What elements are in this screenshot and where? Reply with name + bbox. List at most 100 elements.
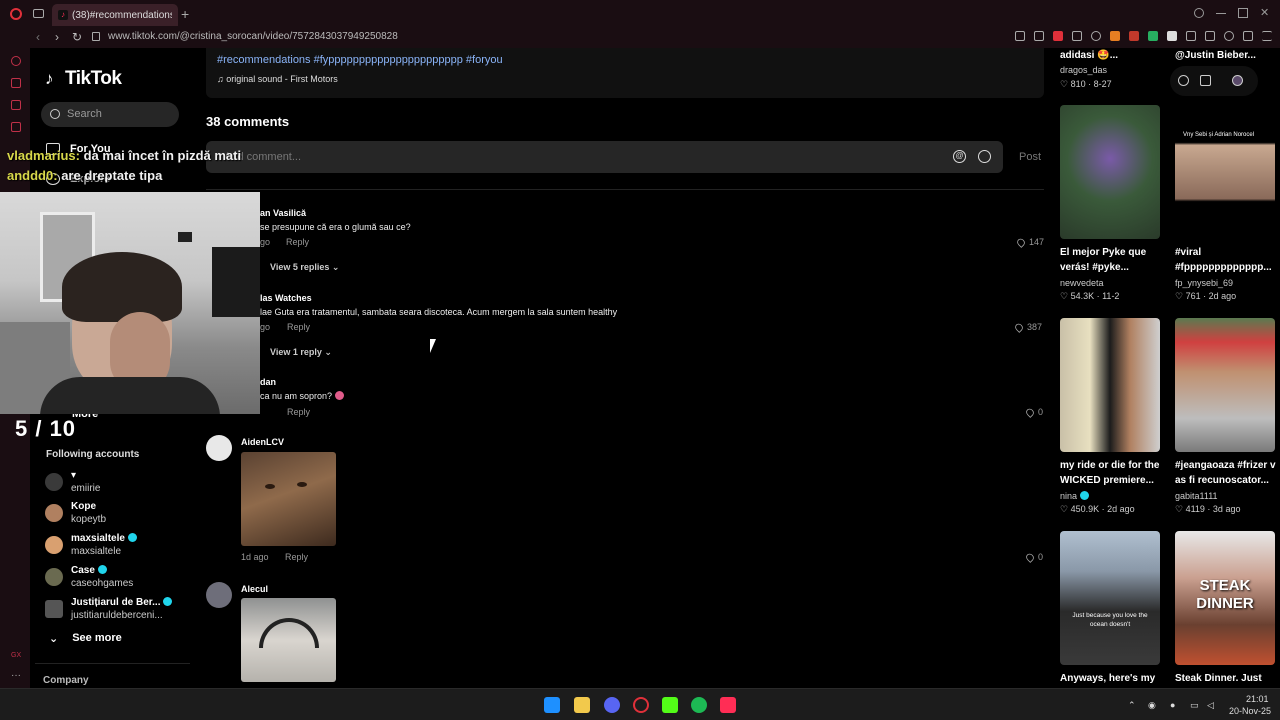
browser-tab[interactable]: ♪ (38)#recommendations #f xyxy=(52,4,178,26)
profile-icon[interactable] xyxy=(1224,31,1234,41)
maximize-icon[interactable] xyxy=(1238,8,1248,18)
volume-icon[interactable]: ◁ xyxy=(1207,700,1214,711)
share-icon[interactable] xyxy=(1205,31,1215,41)
minimize-icon[interactable] xyxy=(1216,8,1226,14)
comment-text: ca nu am sopron? xyxy=(260,391,344,401)
file-explorer-icon[interactable] xyxy=(574,697,590,713)
video-stats-text: 761 · 2d ago xyxy=(1185,291,1237,301)
tiktok-app-icon[interactable] xyxy=(720,697,736,713)
comment-input[interactable]: Add comment... @ xyxy=(206,141,1003,173)
comment-image-cat[interactable] xyxy=(241,598,336,682)
messenger-icon[interactable] xyxy=(11,100,21,110)
bag-icon[interactable] xyxy=(11,78,21,88)
video-title: adidasi 🤩... xyxy=(1060,50,1119,61)
search-placeholder: Search xyxy=(67,108,102,120)
tray-discord-icon[interactable]: ◉ xyxy=(1148,700,1156,711)
following-account[interactable]: maxsialtele maxsialtele xyxy=(45,533,195,561)
browser-tab-bar: ♪ (38)#recommendations #f + ✕ xyxy=(0,0,1280,28)
video-title: @Justin Bieber... xyxy=(1175,50,1256,61)
tab-islands-icon[interactable] xyxy=(33,9,44,18)
like-button[interactable]: 387 xyxy=(1013,321,1043,333)
post-button[interactable]: Post xyxy=(1019,151,1041,163)
following-account[interactable]: Justițiarul de Ber... justitiaruldeberce… xyxy=(45,597,195,625)
following-account[interactable]: Case caseohgames xyxy=(45,565,195,593)
video-sound[interactable]: ♫ original sound - First Motors xyxy=(217,74,338,84)
tiktok-logo[interactable]: ♪ TikTok xyxy=(45,68,122,90)
account-name: ▾ xyxy=(71,470,77,481)
comment-image-face[interactable] xyxy=(241,452,336,546)
extension-orange-icon[interactable] xyxy=(1110,31,1120,41)
history-icon[interactable] xyxy=(11,56,21,66)
back-icon[interactable]: ‹ xyxy=(36,30,40,44)
clock-time[interactable]: 21:01 xyxy=(1246,694,1269,704)
search-icon xyxy=(50,109,60,119)
view-replies-button[interactable]: View 1 reply ⌄ xyxy=(270,347,332,358)
mail-icon[interactable] xyxy=(11,122,21,132)
search-tabs-icon[interactable] xyxy=(1194,8,1204,18)
close-icon[interactable]: ✕ xyxy=(1260,8,1270,19)
settings-icon[interactable] xyxy=(1178,75,1189,86)
lock-icon[interactable] xyxy=(92,32,100,41)
reply-button[interactable]: Reply xyxy=(287,322,310,332)
like-button[interactable]: 0 xyxy=(1024,406,1043,418)
following-account[interactable]: ▾ emiirie xyxy=(45,470,195,498)
microphone-icon[interactable]: ● xyxy=(1170,700,1175,710)
reply-button[interactable]: Reply xyxy=(285,552,308,562)
pocket-icon[interactable] xyxy=(1053,31,1063,41)
reply-button[interactable]: Reply xyxy=(286,237,309,247)
extension-red-icon[interactable] xyxy=(1129,31,1139,41)
spotify-icon[interactable] xyxy=(691,697,707,713)
comment-author[interactable]: AidenLCV xyxy=(241,437,284,447)
opera-logo-icon[interactable] xyxy=(10,8,22,20)
profile-avatar-icon[interactable] xyxy=(1232,75,1243,86)
extension-green-icon[interactable] xyxy=(1148,31,1158,41)
play-icon[interactable] xyxy=(1072,31,1082,41)
url-field[interactable]: www.tiktok.com/@cristina_sorocan/video/7… xyxy=(108,31,398,42)
comment-age: 1d ago xyxy=(241,552,269,562)
opera-gx-icon[interactable] xyxy=(633,697,649,713)
more-dots-icon[interactable]: ··· xyxy=(11,670,21,681)
comment-author[interactable]: an Vasilică xyxy=(260,208,306,218)
avatar[interactable] xyxy=(206,582,232,608)
video-thumbnail: Just because you love the ocean doesn't xyxy=(1060,531,1160,665)
emoji-icon[interactable] xyxy=(978,150,991,163)
reload-icon[interactable]: ↻ xyxy=(72,30,82,44)
gx-icon[interactable]: GX xyxy=(11,652,21,659)
forward-icon[interactable]: › xyxy=(55,30,59,44)
shield-icon[interactable] xyxy=(1167,31,1177,41)
bookmark-icon[interactable] xyxy=(1015,31,1025,41)
new-tab-button[interactable]: + xyxy=(181,6,189,22)
avatar[interactable] xyxy=(206,435,232,461)
like-button[interactable]: 147 xyxy=(1015,236,1044,248)
search-input[interactable]: Search xyxy=(41,102,179,127)
mention-icon[interactable]: @ xyxy=(953,150,966,163)
video-stats-text: 450.9K · 2d ago xyxy=(1070,504,1135,514)
reply-button[interactable]: Reply xyxy=(287,407,310,417)
sound-label: original sound - First Motors xyxy=(226,74,338,84)
kick-icon[interactable] xyxy=(662,697,678,713)
windows-start-icon[interactable] xyxy=(544,697,560,713)
following-account[interactable]: Kope kopeytb xyxy=(45,501,195,529)
comment-author[interactable]: las Watches xyxy=(260,293,312,303)
puzzle-icon[interactable] xyxy=(1186,31,1196,41)
download-icon[interactable] xyxy=(1243,31,1253,41)
see-more-button[interactable]: ⌄ See more xyxy=(49,632,122,645)
menu-icon[interactable] xyxy=(1262,31,1272,41)
like-count: 387 xyxy=(1027,322,1043,332)
like-button[interactable]: 0 xyxy=(1024,551,1043,563)
stream-rating: 5 / 10 xyxy=(15,416,77,441)
clock-date[interactable]: 20-Nov-25 xyxy=(1229,706,1271,716)
company-link[interactable]: Company xyxy=(43,675,89,686)
comment-author[interactable]: dan xyxy=(260,377,276,387)
tray-chevron-icon[interactable]: ⌃ xyxy=(1128,700,1136,711)
phone-icon[interactable] xyxy=(1200,75,1211,86)
view-replies-button[interactable]: View 5 replies ⌄ xyxy=(270,262,339,273)
video-hashtags[interactable]: #recommendations #fypppppppppppppppppppp… xyxy=(217,54,503,66)
face-eye xyxy=(297,482,307,487)
discord-icon[interactable] xyxy=(604,697,620,713)
network-icon[interactable]: ▭ xyxy=(1190,700,1199,711)
view-replies-label: View 5 replies xyxy=(270,262,330,272)
comment-author[interactable]: Alecul xyxy=(241,584,268,594)
snapshot-icon[interactable] xyxy=(1034,31,1044,41)
heart-icon[interactable] xyxy=(1091,31,1101,41)
